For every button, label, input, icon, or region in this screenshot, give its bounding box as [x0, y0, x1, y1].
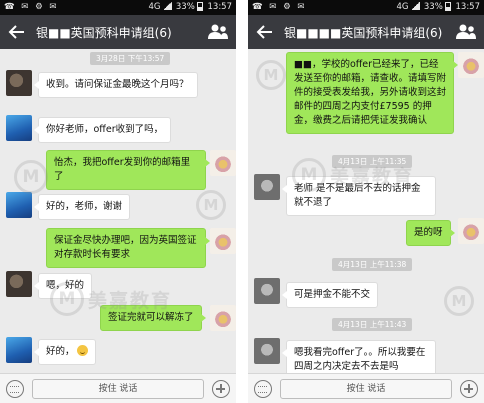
avatar[interactable]: [254, 338, 280, 364]
avatar[interactable]: [210, 228, 236, 254]
chat-bubble-incoming[interactable]: 收到。请问保证金最晚这个月吗？: [34, 72, 198, 98]
battery-percent: 33%: [175, 2, 195, 12]
back-arrow-icon[interactable]: [8, 22, 26, 42]
status-bar: ☎ ✉ ⚙ ✉ 4G 33% 13:57: [248, 0, 484, 15]
avatar[interactable]: [6, 70, 32, 96]
battery-icon: [196, 2, 203, 11]
clock: 13:57: [207, 2, 233, 12]
battery-percent: 33%: [423, 2, 443, 12]
chat-bubble-incoming[interactable]: 可是押金不能不交: [281, 282, 379, 308]
chat-bubble-incoming[interactable]: 嗯，好的: [33, 273, 93, 299]
chat-bubble-incoming[interactable]: 你好老师，offer收到了吗，: [33, 117, 172, 143]
chat-header: 银■■■■英国预科申请组(6): [248, 15, 484, 49]
chat-screen-right: ☎ ✉ ⚙ ✉ 4G 33% 13:57 银■■■■英国预科申请组(6) ■■，…: [248, 0, 484, 403]
status-bar: ☎ ✉ ⚙ ✉ 4G 33% 13:57: [0, 0, 236, 15]
avatar[interactable]: [6, 337, 32, 363]
network-label: 4G: [396, 2, 409, 12]
back-arrow-icon[interactable]: [256, 22, 274, 42]
chat-bubble-outgoing[interactable]: 怡杰，我把offer发到你的邮箱里了: [46, 150, 210, 190]
watermark-logo: M: [444, 286, 474, 316]
avatar[interactable]: [458, 52, 484, 78]
chat-bubble-incoming[interactable]: 好的，老师，谢谢: [33, 194, 131, 220]
plus-icon[interactable]: [212, 380, 230, 398]
watermark-logo: M: [14, 160, 48, 194]
input-bar: 按住 说话: [0, 373, 236, 403]
status-notification-icons: ☎ ✉ ⚙ ✉: [4, 2, 59, 12]
watermark-logo: M: [256, 60, 286, 90]
avatar[interactable]: [210, 305, 236, 331]
chat-title: 银■■■■英国预科申请组(6): [284, 26, 443, 40]
chat-title: 银■■英国预科申请组(6): [36, 26, 172, 40]
watermark: M: [14, 160, 48, 194]
status-notification-icons: ☎ ✉ ⚙ ✉: [252, 2, 307, 12]
signal-icon: [411, 2, 421, 10]
avatar[interactable]: [6, 192, 32, 218]
smile-emoji-icon: [76, 345, 88, 356]
plus-icon[interactable]: [460, 380, 478, 398]
chat-bubble-outgoing[interactable]: 保证金尽快办理吧，因为英国签证对存款时长有要求: [46, 228, 210, 268]
message-timestamp: 3月28日 下午13:57: [90, 52, 171, 65]
avatar[interactable]: [254, 278, 280, 304]
chat-screen-left: ☎ ✉ ⚙ ✉ 4G 33% 13:57 银■■英国预科申请组(6) 3月28日…: [0, 0, 236, 403]
group-info-icon[interactable]: [456, 23, 476, 41]
voice-keyboard-toggle-icon[interactable]: [6, 380, 24, 398]
message-text: 好的，: [46, 346, 75, 357]
signal-icon: [163, 2, 173, 10]
status-right: 4G 33% 13:57: [396, 0, 480, 15]
clock: 13:57: [455, 2, 481, 12]
message-timestamp: 4月13日 上午11:43: [332, 318, 413, 331]
chat-bubble-incoming[interactable]: 好的，: [34, 339, 96, 365]
group-info-icon[interactable]: [208, 23, 228, 41]
chat-bubble-outgoing[interactable]: 签证完就可以解冻了: [100, 305, 206, 331]
status-right: 4G 33% 13:57: [148, 0, 232, 15]
network-label: 4G: [148, 2, 161, 12]
message-timestamp: 4月13日 上午11:35: [332, 155, 413, 168]
avatar[interactable]: [458, 218, 484, 244]
message-timestamp: 4月13日 上午11:38: [332, 258, 413, 271]
avatar[interactable]: [6, 271, 32, 297]
voice-keyboard-toggle-icon[interactable]: [254, 380, 272, 398]
chat-bubble-outgoing[interactable]: 是的呀: [406, 220, 454, 246]
avatar[interactable]: [254, 174, 280, 200]
battery-icon: [444, 2, 451, 11]
watermark-logo: M: [196, 190, 226, 220]
chat-header: 银■■英国预科申请组(6): [0, 15, 236, 49]
avatar[interactable]: [6, 115, 32, 141]
hold-to-talk-button[interactable]: 按住 说话: [280, 379, 452, 399]
chat-bubble-incoming[interactable]: 老师 是不是最后不去的话押金就不退了: [282, 176, 436, 216]
avatar[interactable]: [210, 150, 236, 176]
chat-bubble-outgoing[interactable]: ■■，学校的offer已经来了，已经发送至你的邮箱，请查收。请填写附件的接受表发…: [286, 52, 458, 134]
hold-to-talk-button[interactable]: 按住 说话: [32, 379, 204, 399]
input-bar: 按住 说话: [248, 373, 484, 403]
